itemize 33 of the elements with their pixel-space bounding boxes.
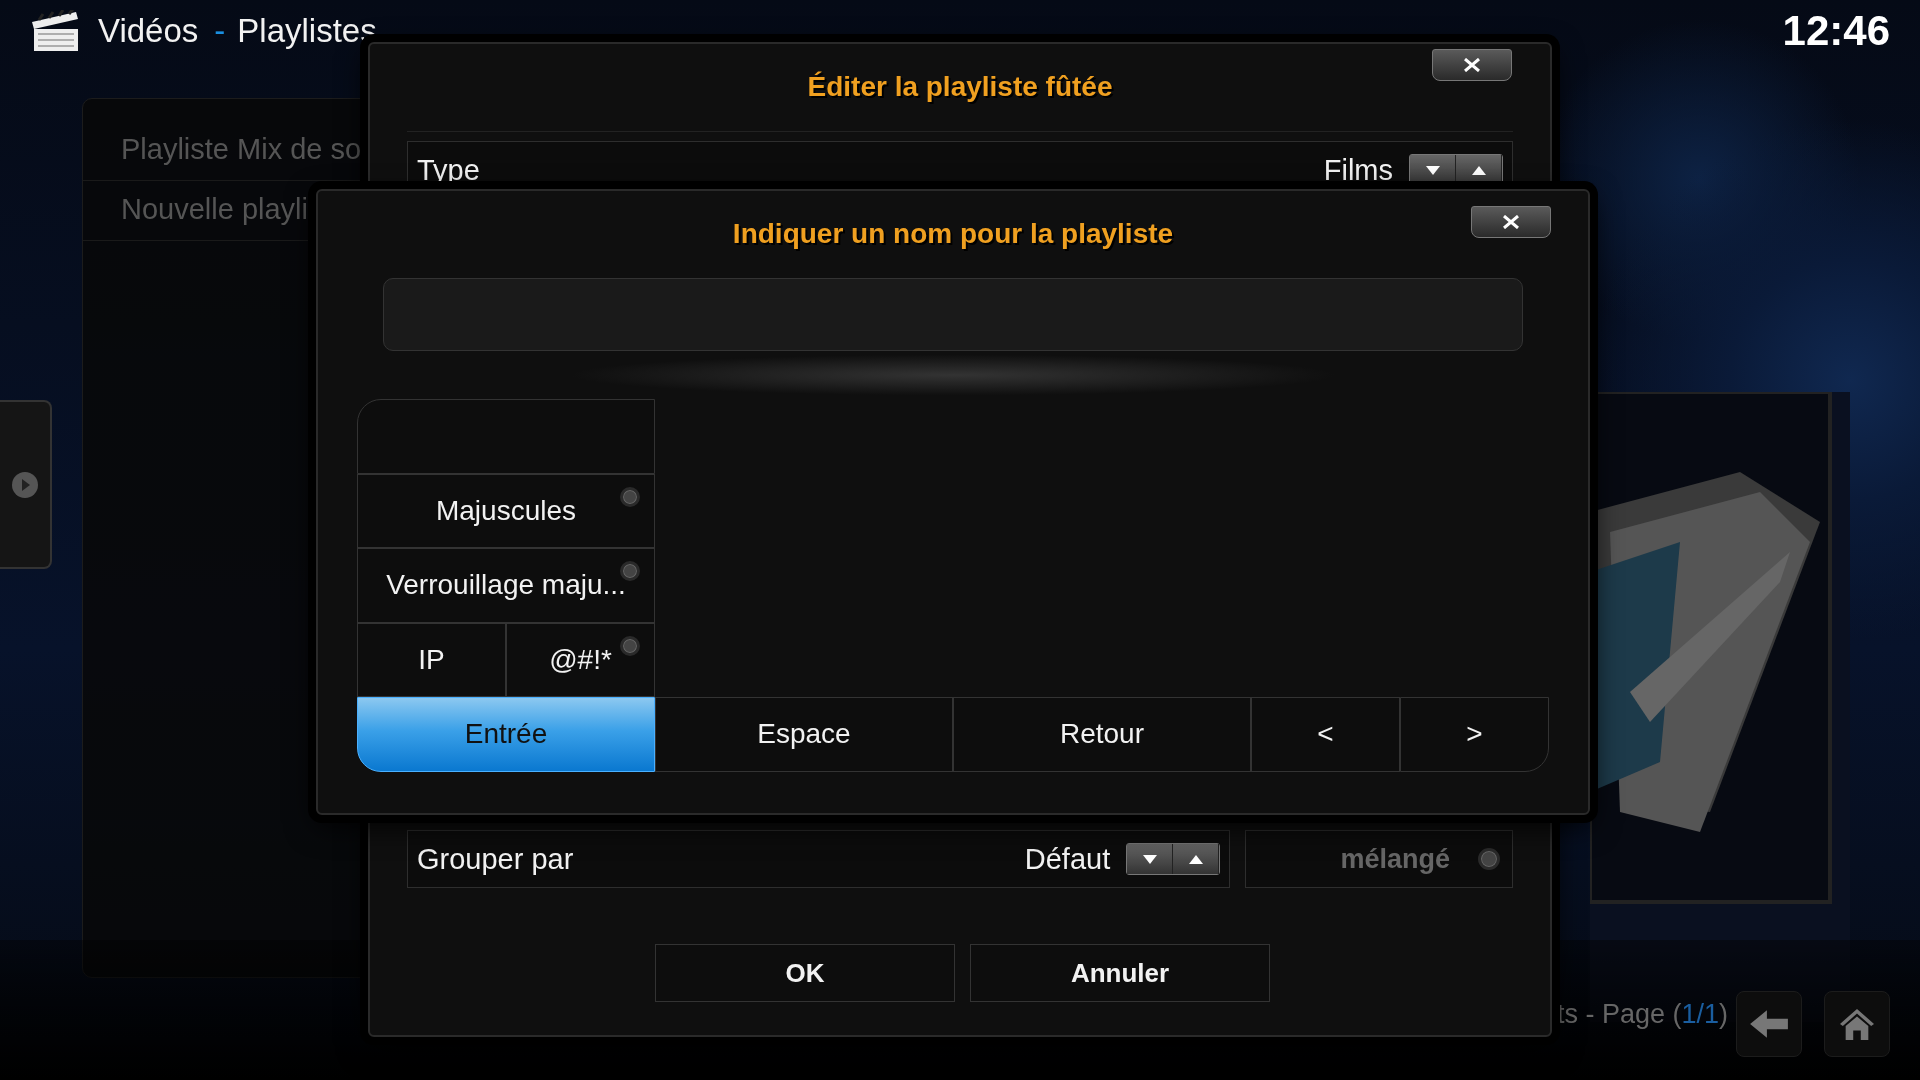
close-button[interactable] [1432,49,1512,81]
spin-down-button[interactable] [1127,844,1174,874]
home-button[interactable] [1824,991,1890,1057]
clock: 12:46 [1782,7,1890,55]
setting-row[interactable]: Grouper par Défaut [407,830,1231,888]
dialog-button[interactable]: OK [655,944,955,1002]
key-button[interactable]: IP [357,622,506,697]
input-field[interactable] [383,278,1523,351]
clapperboard-icon [30,10,80,52]
setting-value: Films [1323,153,1393,187]
dialog-title: Éditer la playliste fûtée [407,71,1513,132]
dialog-title: Indiquer un nom pour la playliste [732,218,1174,251]
section-title: Vidéos [98,12,199,50]
spin-up-button[interactable] [1173,844,1220,874]
side-tab[interactable] [0,400,52,569]
key-button[interactable]: Entrée [357,697,655,772]
close-button[interactable] [1471,206,1551,238]
key-button[interactable]: < [1251,697,1400,772]
setting-value: Défaut [1024,842,1111,876]
page-title: Playlistes [237,12,377,50]
key-button[interactable]: > [1400,697,1549,772]
title-separator: - [214,12,226,50]
key-button[interactable]: Majuscules [357,473,655,548]
key-button[interactable]: @#!* [506,622,655,697]
back-button[interactable] [1736,991,1802,1057]
play-icon [10,469,40,500]
dialog-button[interactable]: Annuler [970,944,1270,1002]
key-button[interactable]: Retour [953,697,1251,772]
close-icon [1501,215,1521,229]
setting-label: Grouper par [417,842,574,876]
key-button[interactable]: Espace [655,697,953,772]
key-button[interactable]: Verrouillage maju... [357,548,655,623]
close-icon [1462,58,1482,72]
